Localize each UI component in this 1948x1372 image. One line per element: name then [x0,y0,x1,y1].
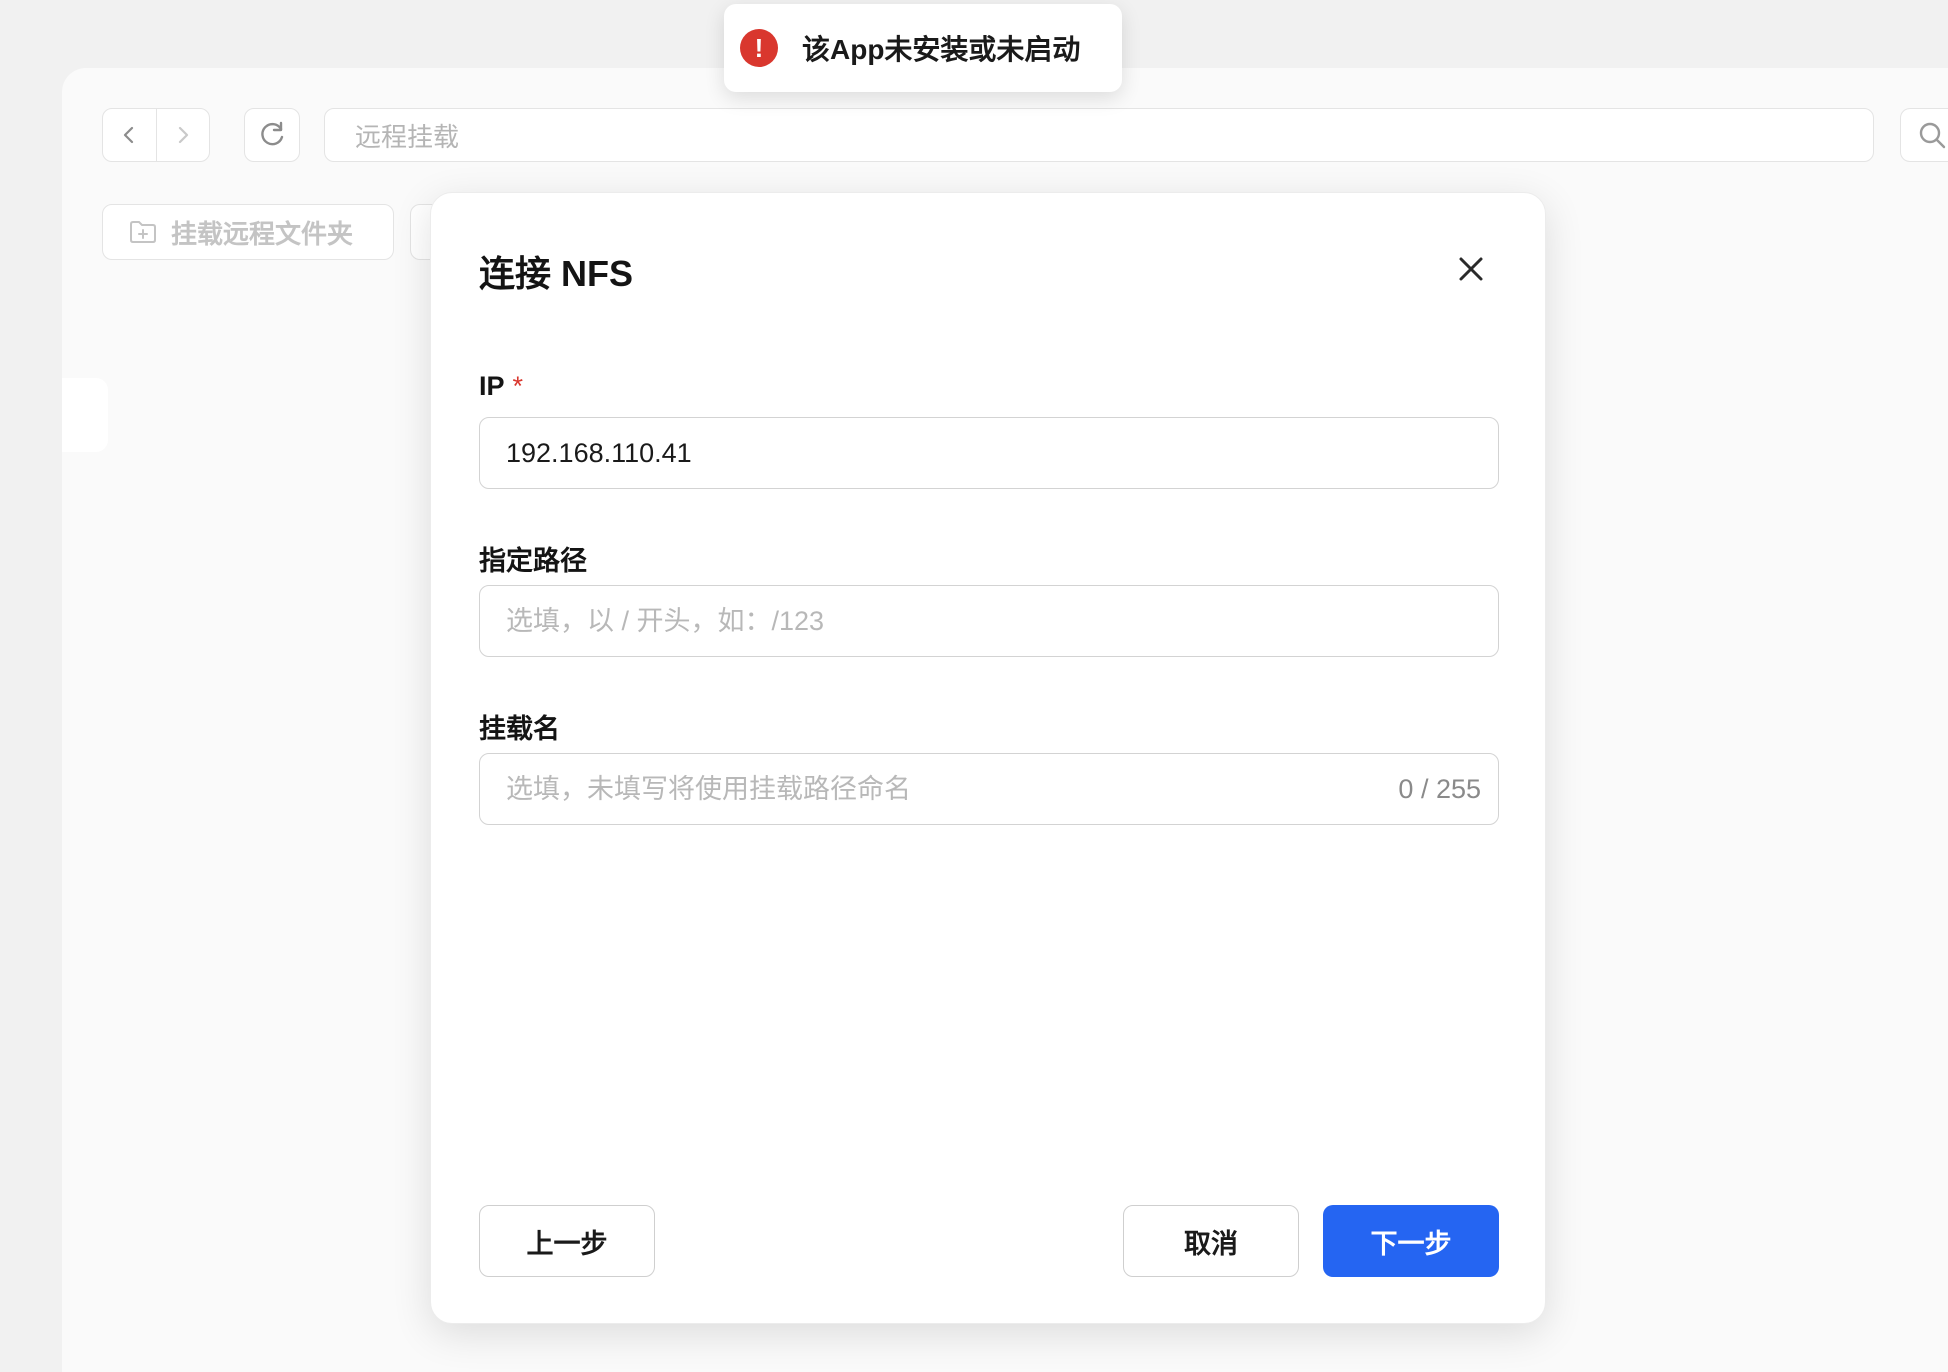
error-icon: ! [740,29,778,67]
chevron-right-icon [178,126,188,144]
error-toast: ! 该App未安装或未启动 [724,4,1122,92]
ip-label-text: IP [479,371,505,401]
forward-button[interactable] [155,109,210,161]
folder-add-icon [130,221,156,243]
address-bar-text: 远程挂载 [355,121,460,152]
back-button[interactable] [103,109,156,161]
sidebar-tab[interactable] [62,378,108,452]
close-button[interactable] [1451,249,1491,289]
toast-message: 该App未安装或未启动 [802,34,1081,65]
prev-step-button[interactable]: 上一步 [479,1205,655,1277]
mount-name-label: 挂载名 [479,714,560,744]
cancel-button[interactable]: 取消 [1123,1205,1299,1277]
refresh-icon [261,121,284,146]
search-icon [1919,122,1946,149]
mount-name-input[interactable] [479,753,1499,825]
refresh-button[interactable] [244,108,300,162]
required-mark: * [512,371,524,401]
ip-label: IP * [479,371,523,402]
ip-input[interactable] [479,417,1499,489]
nav-button-group [102,108,210,162]
close-icon [1459,257,1483,281]
path-input[interactable] [479,585,1499,657]
mount-remote-folder-button[interactable]: 挂载远程文件夹 [102,204,394,260]
next-step-button[interactable]: 下一步 [1323,1205,1499,1277]
search-button[interactable] [1900,108,1948,162]
mount-name-counter: 0 / 255 [1398,774,1481,804]
dialog-title: 连接 NFS [479,253,634,294]
path-label: 指定路径 [479,546,587,576]
chevron-left-icon [124,126,134,144]
connect-nfs-dialog: 连接 NFS IP* 指定路径 挂载名 0 / 255 上一步 取消 下一步 [430,192,1546,1324]
mount-remote-folder-label: 挂载远程文件夹 [171,218,354,249]
address-bar[interactable]: 远程挂载 [324,108,1874,162]
